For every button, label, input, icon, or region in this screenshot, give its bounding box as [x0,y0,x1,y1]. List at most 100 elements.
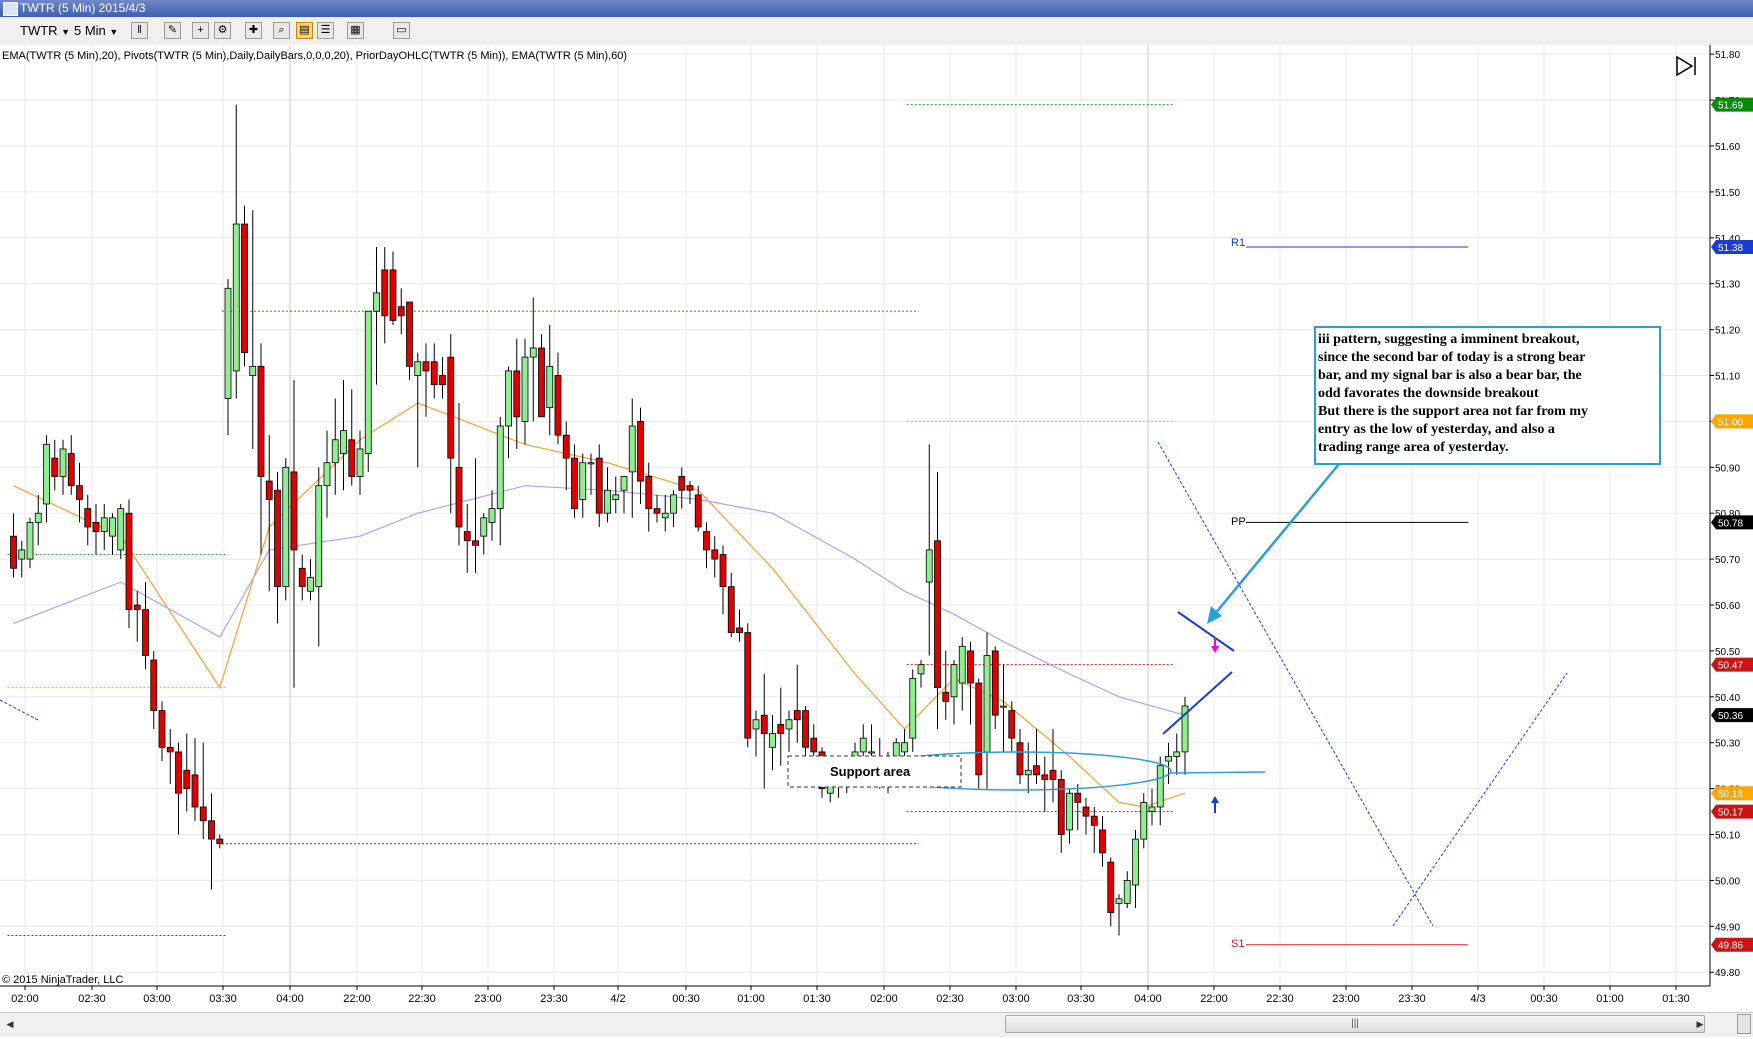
candle-body [92,521,100,532]
scroll-left-arrow-icon[interactable]: ◀ [2,1015,18,1033]
support-area-label: Support area [830,764,911,779]
candle-body [373,292,380,312]
support-area-label-box[interactable]: Support area [787,755,962,788]
candle-body [604,489,611,514]
candle-body [51,457,59,477]
candle-body [859,737,867,753]
horizontal-scrollbar[interactable]: ◀ ||| ▶ [0,1012,1710,1037]
price-flag-label: 49.86 [1718,941,1743,952]
time-tick-label: 02:30 [936,993,964,1005]
candle-body [694,494,702,528]
candle-body [802,710,809,748]
candle-body [719,554,727,588]
time-tick-label: 23:30 [1398,993,1426,1005]
time-tick-label: 23:00 [474,993,502,1005]
price-tick-label: 49.90 [1715,922,1740,933]
panels-icon[interactable]: ▤ [296,22,313,39]
price-chart[interactable]: 51.8051.7051.6051.5051.4051.3051.2051.10… [0,45,1753,1012]
properties-icon[interactable]: ☰ [317,22,334,39]
time-tick-label: 01:00 [737,993,765,1005]
note-text-box[interactable]: iii pattern, suggesting a imminent break… [1314,326,1661,465]
drawing-pencil-icon[interactable]: ✎ [164,22,181,39]
candle-body [1049,769,1057,780]
candle-body [397,306,405,317]
time-tick-label: 02:00 [11,993,39,1005]
bar-type-icon[interactable]: ‖ [131,22,148,39]
candle-body [348,439,356,477]
time-tick-label: 4/2 [610,993,625,1005]
price-flag-label: 50.18 [1718,789,1743,800]
candle-body [686,485,694,491]
zoom-icon[interactable]: ⌕ [273,22,290,39]
interval-selector[interactable]: 5 Min ▼ [74,21,118,41]
window-linking-icon[interactable]: ▭ [393,22,410,39]
candle-body [901,742,908,753]
price-flag: 50.18 [1711,786,1753,801]
price-tick-label: 50.30 [1715,739,1740,750]
candle-body [183,769,191,790]
strategy-icon[interactable]: ⚙ [214,22,231,39]
candle-body [26,521,34,560]
candlestick [282,458,290,601]
candle-body [1115,898,1123,904]
candle-body [571,457,578,510]
candle-body [975,682,983,776]
candle-body [364,310,372,454]
candle-body [736,627,743,633]
candle-body [967,650,974,684]
candle-body [447,356,455,459]
candle-body [340,430,347,454]
time-tick-label: 22:30 [1266,993,1294,1005]
candle-body [670,494,677,514]
candlestick [241,205,248,367]
candle-body [10,535,17,569]
scrollbar-thumb[interactable]: ||| [1005,1015,1705,1033]
instrument-selector[interactable]: TWTR ▼ [20,21,70,41]
candlestick [744,623,752,748]
chart-background [0,45,1710,1012]
time-tick-label: 01:30 [1662,993,1690,1005]
pivot-label-pp: PP [1231,516,1246,528]
candle-body [496,425,504,510]
data-box-icon[interactable]: ▦ [347,22,364,39]
candle-body [472,540,479,546]
candle-body [711,549,719,560]
price-tick-label: 51.20 [1715,326,1740,337]
candle-body [109,517,116,537]
crosshair-icon[interactable]: ✚ [245,22,262,39]
price-tick-label: 50.50 [1715,647,1740,658]
chart-resize-handle[interactable] [1737,1014,1751,1034]
time-tick-label: 03:30 [1067,993,1095,1005]
candle-body [703,531,710,551]
candle-body [513,370,521,418]
candle-body [554,375,562,436]
candle-body [785,719,793,730]
candle-body [1082,806,1090,817]
time-tick-label: 23:00 [1332,993,1360,1005]
scroll-right-arrow-icon[interactable]: ▶ [1692,1015,1708,1033]
chevron-down-icon: ▼ [109,27,119,37]
price-tick-label: 50.00 [1715,876,1740,887]
note-line: trading range area of yesterday. [1318,440,1509,455]
candle-body [925,549,933,583]
candle-body [529,347,537,358]
support-connector-line [1169,771,1266,774]
candle-body [760,714,768,734]
add-indicator-icon[interactable]: + [192,22,209,39]
time-tick-label: 22:00 [343,993,371,1005]
candlestick [125,499,133,628]
note-line: since the second bar of today is a stron… [1318,350,1585,365]
candle-body [678,476,686,491]
candle-body [942,691,950,702]
note-line: entry as the low of yesterday, and also … [1318,422,1555,437]
candle-body [620,476,628,491]
price-flag-label: 51.69 [1718,101,1743,112]
price-tick-label: 50.90 [1715,463,1740,474]
candle-body [224,287,232,399]
price-axis: 51.8051.7051.6051.5051.4051.3051.2051.10… [1710,50,1740,979]
price-flag: 51.00 [1711,414,1753,429]
candle-body [150,659,158,711]
price-tick-label: 51.80 [1715,50,1740,61]
price-tick-label: 49.80 [1715,968,1740,979]
time-tick-label: 03:00 [1002,993,1030,1005]
